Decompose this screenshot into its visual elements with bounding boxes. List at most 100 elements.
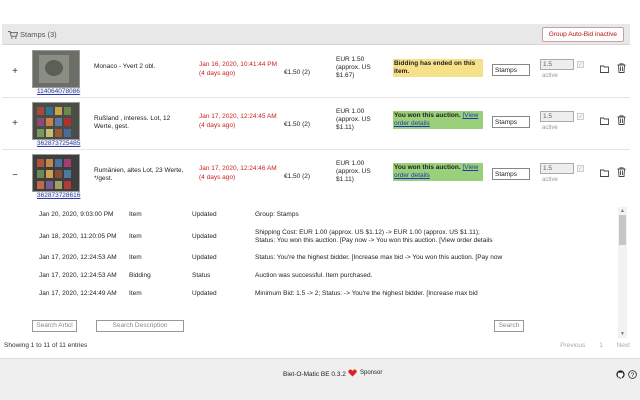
item-image[interactable] xyxy=(32,50,80,88)
status-text: You won this auction. xyxy=(394,164,463,171)
item-status: You won this auction. [View order detail… xyxy=(393,163,483,181)
end-time-date: Jan 16, 2020, 10:41:44 PM xyxy=(199,61,278,68)
table-row: + 362873725485 Rußland , interess. Lot, … xyxy=(2,98,630,150)
folder-icon[interactable] xyxy=(600,169,609,177)
search-article-input[interactable]: Search Articl xyxy=(32,320,77,332)
cart-icon xyxy=(8,30,18,39)
item-id-link[interactable]: 362873725485 xyxy=(36,140,82,147)
trash-icon[interactable] xyxy=(617,63,626,73)
event-date: Jan 17, 2020, 12:24:53 AM xyxy=(39,254,117,261)
expand-toggle[interactable]: + xyxy=(10,118,20,129)
scroll-up-arrow[interactable]: ▲ xyxy=(620,208,625,214)
event-type: Item xyxy=(129,211,142,218)
item-title: Rußland , interess. Lot, 12 Werte, gest. xyxy=(94,115,171,130)
event-date: Jan 18, 2020, 11:20:05 PM xyxy=(39,233,117,240)
help-icon[interactable]: ? xyxy=(628,370,637,379)
next-button[interactable]: Next xyxy=(617,342,630,349)
event-state: Updated xyxy=(192,211,217,218)
active-label: active xyxy=(542,125,558,131)
item-title: Rumänien, altes Lot, 23 Werte, */gest. xyxy=(94,167,184,182)
item-id-link[interactable]: 114064078086 xyxy=(36,88,81,95)
previous-button[interactable]: Previous xyxy=(560,342,585,349)
active-checkbox[interactable]: ✓ xyxy=(577,113,584,120)
event-type: Bidding xyxy=(129,272,151,279)
end-time-ago: (4 days ago) xyxy=(199,122,236,129)
item-id-link[interactable]: 362873728616 xyxy=(36,192,82,199)
end-time-date: Jan 17, 2020, 12:24:46 AM xyxy=(199,165,277,172)
table-row: − 362873728616 Rumänien, altes Lot, 23 W… xyxy=(2,150,630,202)
group-title[interactable]: Stamps (3) xyxy=(8,30,57,39)
active-checkbox[interactable]: ✓ xyxy=(577,165,584,172)
heart-icon xyxy=(348,369,357,377)
trash-icon[interactable] xyxy=(617,167,626,177)
sponsor-label: Sponsor xyxy=(360,370,383,376)
bottom-bar: Biet-O-Matic BE 0.3.2 Sponsor ? xyxy=(0,358,640,400)
item-status: You won this auction. [View order detail… xyxy=(393,111,483,129)
table-footer: Showing 1 to 11 of 11 entries Previous 1… xyxy=(0,340,640,354)
collapse-toggle[interactable]: − xyxy=(10,170,20,181)
version-label: Biet-O-Matic BE 0.3.2 xyxy=(283,371,346,378)
search-input[interactable]: Search xyxy=(494,320,524,332)
svg-text:?: ? xyxy=(631,372,635,379)
item-end-time: Jan 17, 2020, 12:24:46 AM (4 days ago) xyxy=(199,164,279,182)
end-time-ago: (4 days ago) xyxy=(199,70,236,77)
event-type: Item xyxy=(129,233,142,240)
github-icon[interactable] xyxy=(616,370,625,379)
table-row: + 114064078086 Monaco - Yvert 2 obl. Jan… xyxy=(2,46,630,98)
events-scrollbar[interactable]: ▲ ▼ xyxy=(618,207,627,338)
event-desc: Status: You're the highest bidder. [Incr… xyxy=(255,254,503,261)
items-table: + 114064078086 Monaco - Yvert 2 obl. Jan… xyxy=(2,46,630,202)
group-input[interactable]: Stamps xyxy=(492,64,530,76)
group-autobid-button[interactable]: Group Auto-Bid inactive xyxy=(541,27,624,42)
item-bid: €1.50 (2) xyxy=(284,173,311,180)
end-time-ago: (4 days ago) xyxy=(199,174,236,181)
sponsor-link[interactable]: Sponsor xyxy=(348,369,382,377)
scrollbar-thumb[interactable] xyxy=(619,215,626,245)
max-bid-input[interactable]: 1.5 xyxy=(540,59,574,70)
events-log: Jan 20, 2020, 9:03:00 PM Item Updated Gr… xyxy=(34,207,626,337)
group-title-label: Stamps (3) xyxy=(20,30,57,39)
event-state: Updated xyxy=(192,254,217,261)
max-bid-input[interactable]: 1.5 xyxy=(540,163,574,174)
status-text: Bidding has ended on this item. xyxy=(394,60,476,75)
active-label: active xyxy=(542,177,558,183)
trash-icon[interactable] xyxy=(617,115,626,125)
items-panel: Stamps (3) Group Auto-Bid inactive + 114… xyxy=(0,24,640,340)
item-bid: €1.50 (2) xyxy=(284,121,311,128)
event-desc: Auction was successful. Item purchased. xyxy=(255,272,373,279)
expand-toggle[interactable]: + xyxy=(10,66,20,77)
item-title: Monaco - Yvert 2 obl. xyxy=(94,63,156,70)
folder-icon[interactable] xyxy=(600,65,609,73)
item-image[interactable] xyxy=(32,154,80,192)
entries-info: Showing 1 to 11 of 11 entries xyxy=(4,342,88,349)
event-desc: Minimum Bid: 1.5 -> 2; Status: -> You're… xyxy=(255,290,478,297)
active-checkbox[interactable]: ✓ xyxy=(577,61,584,68)
item-end-time: Jan 17, 2020, 12:24:45 AM (4 days ago) xyxy=(199,112,279,130)
group-input[interactable]: Stamps xyxy=(492,116,530,128)
item-price: EUR 1.50 (approx. US $1.67) xyxy=(336,56,371,79)
scroll-down-arrow[interactable]: ▼ xyxy=(620,331,625,337)
folder-icon[interactable] xyxy=(600,117,609,125)
item-price: EUR 1.00 (approx. US $1.11) xyxy=(336,160,371,183)
item-status: Bidding has ended on this item. xyxy=(393,59,483,77)
event-state: Updated xyxy=(192,233,217,240)
event-date: Jan 17, 2020, 12:24:53 AM xyxy=(39,272,117,279)
group-header[interactable]: Stamps (3) Group Auto-Bid inactive xyxy=(2,24,630,45)
status-text: You won this auction. xyxy=(394,112,463,119)
event-state: Status xyxy=(192,272,211,279)
item-price: EUR 1.00 (approx. US $1.11) xyxy=(336,108,371,131)
max-bid-input[interactable]: 1.5 xyxy=(540,111,574,122)
event-type: Item xyxy=(129,290,142,297)
page-number[interactable]: 1 xyxy=(599,342,603,349)
event-desc: Shipping Cost: EUR 1.00 (approx. US $1.1… xyxy=(255,229,493,244)
search-description-input[interactable]: Search Description xyxy=(96,320,184,332)
event-state: Updated xyxy=(192,290,217,297)
item-end-time: Jan 16, 2020, 10:41:44 PM (4 days ago) xyxy=(199,60,279,78)
end-time-date: Jan 17, 2020, 12:24:45 AM xyxy=(199,113,277,120)
active-label: active xyxy=(542,73,558,79)
item-image[interactable] xyxy=(32,102,80,140)
event-desc: Group: Stamps xyxy=(255,211,299,218)
group-input[interactable]: Stamps xyxy=(492,168,530,180)
event-date: Jan 20, 2020, 9:03:00 PM xyxy=(39,211,114,218)
pagination: Previous 1 Next xyxy=(548,342,630,349)
